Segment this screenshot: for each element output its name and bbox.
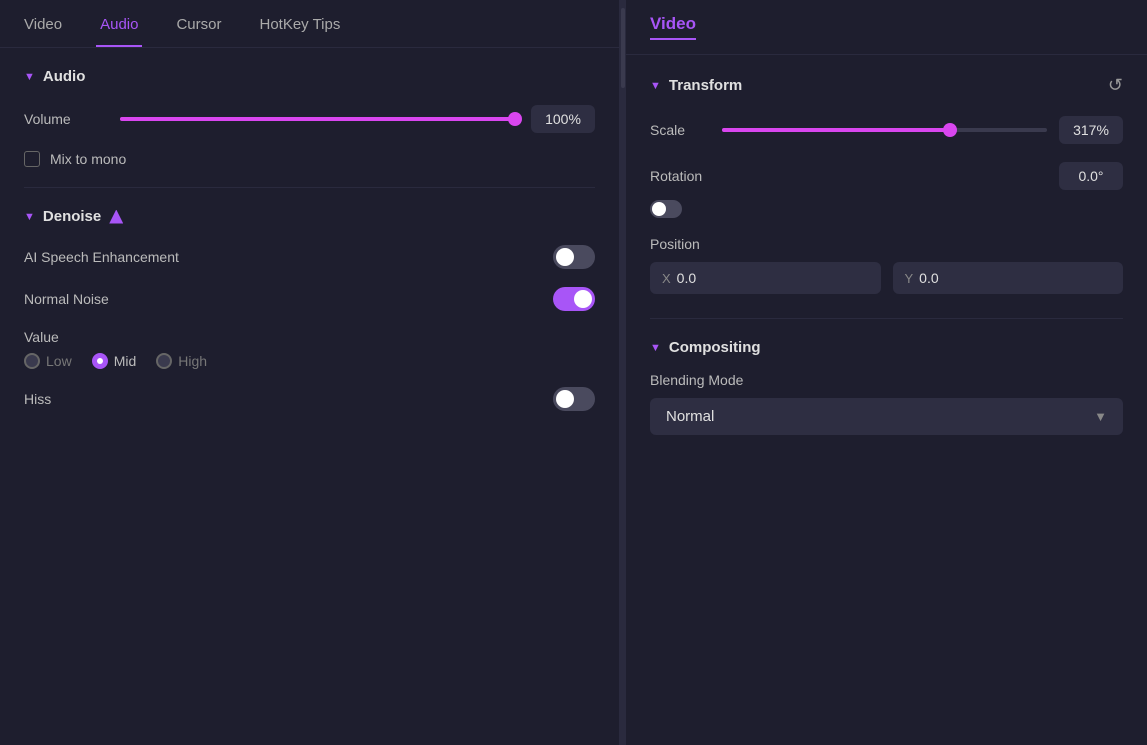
blending-label: Blending Mode (650, 372, 1123, 388)
rotation-header-row: Rotation 0.0° (650, 162, 1123, 190)
normal-noise-row: Normal Noise (24, 287, 595, 311)
radio-mid-circle (92, 353, 108, 369)
right-panel: Video ▼ Transform ↺ Scale 317% Rotation … (626, 0, 1147, 745)
right-panel-content: ▼ Transform ↺ Scale 317% Rotation 0.0° (626, 55, 1147, 745)
mix-to-mono-row: Mix to mono (24, 151, 595, 167)
y-axis-label: Y (905, 271, 914, 286)
transform-section-title: Transform (669, 77, 742, 94)
left-panel-content: ▼ Audio Volume 100% Mix to mono ▼ Denois… (0, 48, 619, 745)
position-label: Position (650, 236, 1123, 252)
tab-bar: Video Audio Cursor HotKey Tips (0, 0, 619, 48)
normal-noise-toggle-knob (574, 290, 592, 308)
value-label: Value (24, 329, 595, 345)
normal-noise-label: Normal Noise (24, 291, 109, 307)
rotation-toggle-knob (652, 202, 666, 216)
compositing-divider (650, 318, 1123, 319)
x-axis-label: X (662, 271, 671, 286)
audio-chevron-icon[interactable]: ▼ (24, 71, 35, 83)
blending-chevron-icon: ▼ (1094, 409, 1107, 424)
scale-row: Scale 317% (650, 116, 1123, 144)
denoise-section-title: Denoise (43, 208, 101, 225)
transform-header: ▼ Transform ↺ (650, 75, 1123, 96)
volume-label: Volume (24, 111, 104, 127)
position-inputs: X 0.0 Y 0.0 (650, 262, 1123, 294)
rotation-section: Rotation 0.0° (650, 162, 1123, 218)
tab-hotkey-tips[interactable]: HotKey Tips (255, 0, 344, 47)
radio-high-circle (156, 353, 172, 369)
hiss-row: Hiss (24, 387, 595, 411)
ai-speech-toggle[interactable] (553, 245, 595, 269)
scale-slider[interactable] (722, 128, 1047, 132)
normal-noise-toggle[interactable] (553, 287, 595, 311)
compositing-section-title: Compositing (669, 339, 761, 356)
transform-title-row: ▼ Transform (650, 77, 742, 94)
radio-mid-label: Mid (114, 353, 137, 369)
radio-high[interactable]: High (156, 353, 207, 369)
scroll-track[interactable] (621, 8, 625, 88)
position-y-input[interactable]: Y 0.0 (893, 262, 1124, 294)
reset-transform-icon[interactable]: ↺ (1108, 75, 1123, 96)
tab-video[interactable]: Video (20, 0, 66, 47)
hiss-toggle[interactable] (553, 387, 595, 411)
volume-row: Volume 100% (24, 105, 595, 133)
denoise-badge-icon (109, 210, 123, 224)
radio-low-circle (24, 353, 40, 369)
noise-value-radio-group: Low Mid High (24, 353, 595, 369)
blending-value: Normal (666, 408, 714, 425)
radio-mid[interactable]: Mid (92, 353, 137, 369)
radio-low-label: Low (46, 353, 72, 369)
scale-label: Scale (650, 122, 710, 138)
right-panel-title: Video (650, 14, 696, 40)
audio-section-title: Audio (43, 68, 86, 85)
ai-speech-toggle-knob (556, 248, 574, 266)
tab-audio[interactable]: Audio (96, 0, 142, 47)
transform-chevron-icon[interactable]: ▼ (650, 80, 661, 92)
compositing-section: ▼ Compositing Blending Mode Normal ▼ (650, 339, 1123, 435)
hiss-toggle-knob (556, 390, 574, 408)
blending-mode-select[interactable]: Normal ▼ (650, 398, 1123, 435)
x-value: 0.0 (677, 270, 696, 286)
tab-cursor[interactable]: Cursor (172, 0, 225, 47)
rotation-toggle-area (650, 200, 1123, 218)
mix-to-mono-label: Mix to mono (50, 151, 126, 167)
volume-slider[interactable] (120, 117, 515, 121)
position-section: Position X 0.0 Y 0.0 (650, 236, 1123, 294)
hiss-label: Hiss (24, 391, 51, 407)
audio-section-header: ▼ Audio (24, 68, 595, 85)
rotation-value[interactable]: 0.0° (1059, 162, 1123, 190)
mix-to-mono-checkbox[interactable] (24, 151, 40, 167)
volume-value[interactable]: 100% (531, 105, 595, 133)
radio-high-label: High (178, 353, 207, 369)
radio-low[interactable]: Low (24, 353, 72, 369)
rotation-label: Rotation (650, 168, 702, 184)
compositing-chevron-icon[interactable]: ▼ (650, 342, 661, 354)
rotation-toggle[interactable] (650, 200, 682, 218)
ai-speech-row: AI Speech Enhancement (24, 245, 595, 269)
value-section: Value Low Mid High (24, 329, 595, 369)
section-divider (24, 187, 595, 188)
ai-speech-label: AI Speech Enhancement (24, 249, 179, 265)
compositing-header: ▼ Compositing (650, 339, 1123, 356)
y-value: 0.0 (919, 270, 938, 286)
left-panel: Video Audio Cursor HotKey Tips ▼ Audio V… (0, 0, 620, 745)
right-panel-header: Video (626, 0, 1147, 55)
position-x-input[interactable]: X 0.0 (650, 262, 881, 294)
scale-value[interactable]: 317% (1059, 116, 1123, 144)
denoise-section-header: ▼ Denoise (24, 208, 595, 225)
denoise-chevron-icon[interactable]: ▼ (24, 211, 35, 223)
